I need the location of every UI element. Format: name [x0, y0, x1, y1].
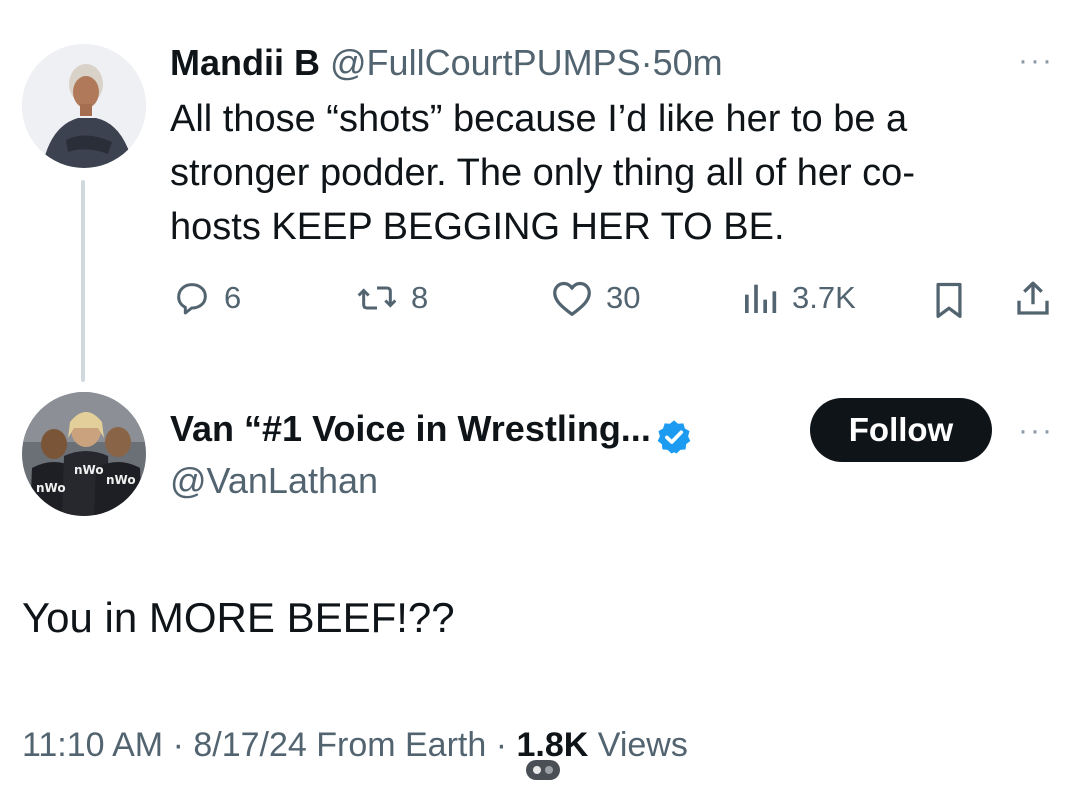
- avatar-van-lathan[interactable]: nWo nWo nWo: [22, 392, 146, 516]
- view-count: 3.7K: [792, 280, 856, 315]
- tweet-timestamp[interactable]: 11:10 AM · 8/17/24 From Earth ·: [22, 726, 507, 764]
- main-tweet-header: Van “#1 Voice in Wrestling...: [170, 408, 693, 456]
- heart-icon: [553, 281, 591, 316]
- verified-badge-icon: [657, 420, 691, 454]
- main-handle[interactable]: @VanLathan: [170, 460, 378, 502]
- shirt-logo: nWo: [36, 481, 66, 495]
- quoted-text-line: hosts KEEP BEGGING HER TO BE.: [170, 206, 785, 248]
- quoted-time-ago[interactable]: 50m: [653, 42, 723, 83]
- bookmark-icon: [936, 282, 962, 318]
- quoted-tweet-text: All those “shots” because I’d like her t…: [170, 92, 1050, 254]
- quoted-text-line: All those “shots” because I’d like her t…: [170, 98, 908, 140]
- quoted-text-line: stronger podder. The only thing all of h…: [170, 152, 915, 194]
- repost-count: 8: [411, 280, 429, 315]
- share-icon: [1017, 281, 1049, 315]
- tweet-view-count: 1.8K: [516, 726, 589, 764]
- follow-button[interactable]: Follow: [810, 398, 992, 462]
- quoted-more-options-icon[interactable]: ···: [1018, 44, 1054, 78]
- repost-button[interactable]: 8: [355, 278, 428, 318]
- scroll-indicator: [526, 760, 560, 780]
- quoted-handle[interactable]: @FullCourtPUMPS: [330, 42, 641, 83]
- reply-button[interactable]: 6: [172, 278, 241, 318]
- quoted-display-name[interactable]: Mandii B: [170, 42, 320, 83]
- thread-connector-line: [81, 180, 85, 382]
- main-tweet-text: You in MORE BEEF!??: [22, 594, 455, 641]
- bookmark-button[interactable]: [930, 280, 968, 325]
- quoted-tweet-header: Mandii B @FullCourtPUMPS·50m: [170, 42, 723, 84]
- header-separator: ·: [640, 42, 653, 83]
- like-button[interactable]: 30: [550, 278, 640, 318]
- analytics-icon: [745, 284, 777, 313]
- repost-icon: [357, 286, 397, 310]
- views-button[interactable]: 3.7K: [740, 278, 856, 318]
- reply-icon: [177, 283, 207, 315]
- like-count: 30: [606, 280, 641, 315]
- main-more-options-icon[interactable]: ···: [1018, 414, 1054, 448]
- tweet-views-label: Views: [597, 726, 688, 764]
- reply-count: 6: [224, 280, 242, 315]
- share-button[interactable]: [1012, 278, 1054, 325]
- avatar-image: nWo nWo nWo: [22, 392, 146, 516]
- main-display-name[interactable]: Van “#1 Voice in Wrestling...: [170, 408, 651, 449]
- avatar-image: [22, 44, 146, 168]
- shirt-logo: nWo: [106, 473, 136, 487]
- shirt-logo: nWo: [74, 463, 104, 477]
- tweet-metadata: 11:10 AM · 8/17/24 From Earth · 1.8K Vie…: [22, 726, 688, 765]
- avatar-mandii-b[interactable]: [22, 44, 146, 168]
